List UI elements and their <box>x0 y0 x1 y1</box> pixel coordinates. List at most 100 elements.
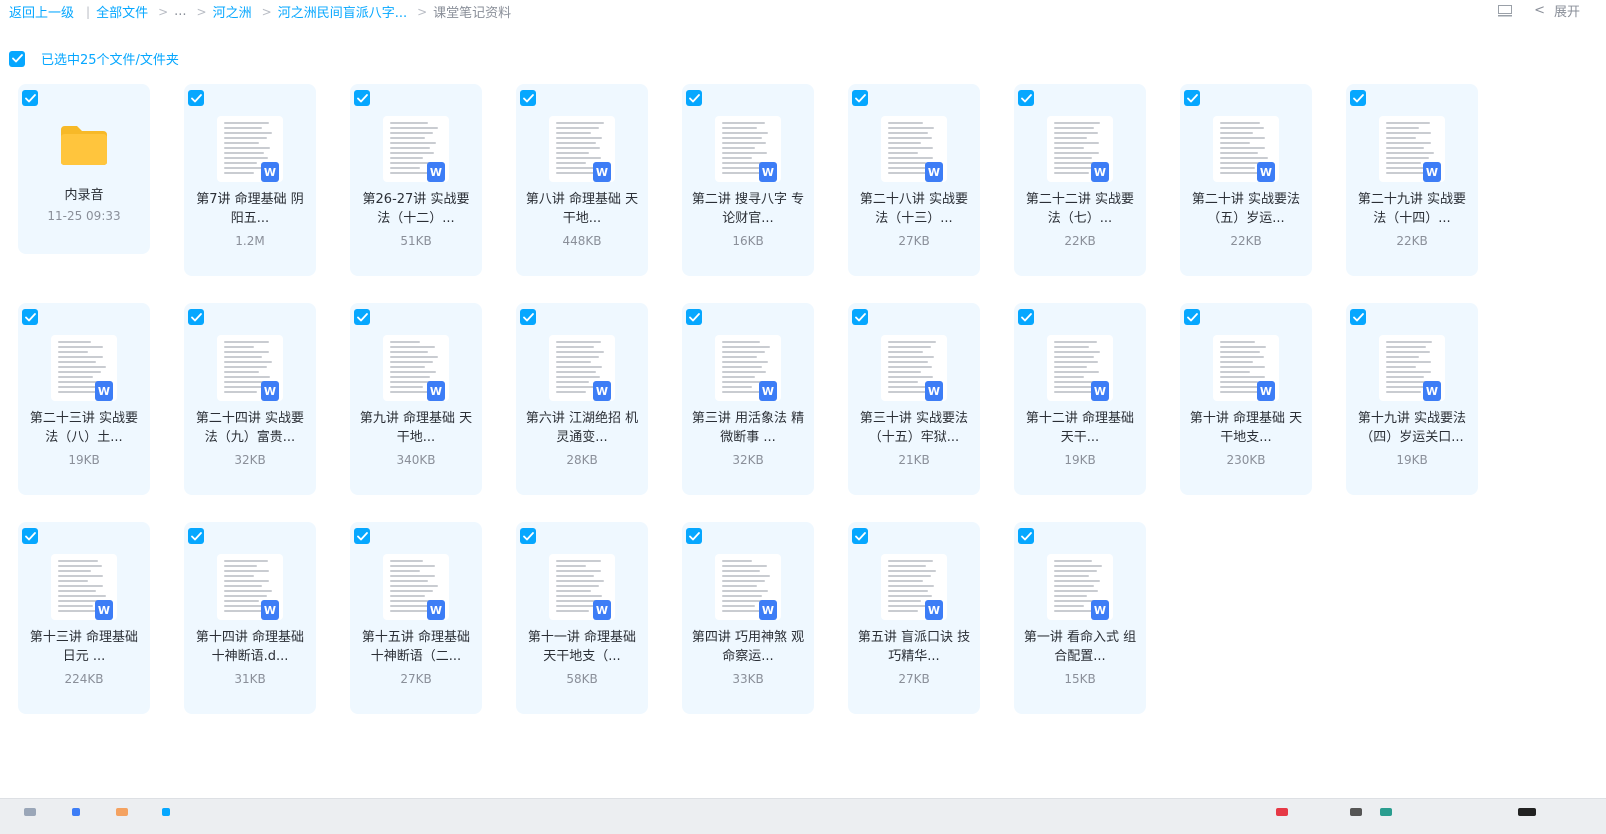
word-doc-icon: W <box>759 381 777 401</box>
taskbar-app-icon[interactable] <box>24 808 36 816</box>
taskbar-app-icon[interactable] <box>72 808 80 816</box>
file-item[interactable]: W 第十九讲 实战要法 （四）岁运关口... 19KB <box>1346 303 1478 495</box>
checkbox-checked-icon[interactable] <box>354 528 370 544</box>
file-size: 58KB <box>566 672 598 686</box>
word-doc-icon: W <box>1257 381 1275 401</box>
view-mode-icon[interactable] <box>1498 4 1513 17</box>
back-link[interactable]: 返回上一级 <box>9 2 74 21</box>
checkbox-checked-icon[interactable] <box>1184 90 1200 106</box>
file-item[interactable]: W 第五讲 盲派口诀 技 巧精华... 27KB <box>848 522 980 714</box>
file-item[interactable]: W 第八讲 命理基础 天 干地... 448KB <box>516 84 648 276</box>
tray-icon[interactable] <box>1380 808 1392 816</box>
file-item[interactable]: W 第7讲 命理基础 阴 阳五... 1.2M <box>184 84 316 276</box>
tray-icon[interactable] <box>1350 808 1362 816</box>
tray-icon[interactable] <box>1518 808 1536 816</box>
checkbox-checked-icon[interactable] <box>852 528 868 544</box>
checkbox-checked-icon[interactable] <box>852 309 868 325</box>
file-item[interactable]: W 第十四讲 命理基础 十神断语.d... 31KB <box>184 522 316 714</box>
chevron-right-icon: > <box>417 4 428 19</box>
checkbox-checked-icon[interactable] <box>520 309 536 325</box>
file-size: 19KB <box>68 453 100 467</box>
file-name: 第八讲 命理基础 天 干地... <box>525 192 639 226</box>
tray-icon[interactable] <box>1276 808 1288 816</box>
file-name: 内录音 <box>64 188 104 203</box>
word-doc-icon: W <box>261 162 279 182</box>
checkbox-checked-icon[interactable] <box>520 528 536 544</box>
file-name: 第二十二讲 实战要 法（七）... <box>1025 192 1135 226</box>
file-item[interactable]: W 第二十二讲 实战要 法（七）... 22KB <box>1014 84 1146 276</box>
chevron-right-icon: > <box>261 4 272 19</box>
checkbox-checked-icon[interactable] <box>1018 528 1034 544</box>
checkbox-checked-icon[interactable] <box>686 528 702 544</box>
file-item[interactable]: W 第26-27讲 实战要 法（十二）... 51KB <box>350 84 482 276</box>
checkbox-checked-icon[interactable] <box>188 309 204 325</box>
file-item[interactable]: W 第二讲 搜寻八字 专 论财官... 16KB <box>682 84 814 276</box>
checkbox-checked-icon[interactable] <box>188 528 204 544</box>
checkbox-checked-icon[interactable] <box>354 309 370 325</box>
breadcrumb-ellipsis[interactable]: ... <box>174 4 186 19</box>
file-name: 第一讲 看命入式 组 合配置... <box>1023 630 1137 664</box>
file-size: 19KB <box>1396 453 1428 467</box>
checkbox-checked-icon[interactable] <box>520 90 536 106</box>
word-doc-icon: W <box>95 600 113 620</box>
file-size: 32KB <box>732 453 764 467</box>
file-name: 第十九讲 实战要法 （四）岁运关口... <box>1357 411 1467 445</box>
file-item[interactable]: W 第二十八讲 实战要 法（十三）... 27KB <box>848 84 980 276</box>
file-item[interactable]: W 第二十九讲 实战要 法（十四）... 22KB <box>1346 84 1478 276</box>
breadcrumb-course[interactable]: 河之洲民间盲派八字... <box>278 2 407 21</box>
checkbox-checked-icon[interactable] <box>188 90 204 106</box>
file-item[interactable]: W 第二十讲 实战要法 （五）岁运... 22KB <box>1180 84 1312 276</box>
checkbox-checked-icon[interactable] <box>1350 309 1366 325</box>
breadcrumb-all-files[interactable]: 全部文件 <box>96 2 148 21</box>
file-item[interactable]: W 第九讲 命理基础 天 干地... 340KB <box>350 303 482 495</box>
file-item[interactable]: W 第十一讲 命理基础 天干地支（... 58KB <box>516 522 648 714</box>
word-doc-icon: W <box>593 162 611 182</box>
file-size: 27KB <box>400 672 432 686</box>
file-item[interactable]: W 第六讲 江湖绝招 机 灵通变... 28KB <box>516 303 648 495</box>
taskbar-app-icon[interactable] <box>116 808 128 816</box>
file-item[interactable]: W 第十讲 命理基础 天 干地支... 230KB <box>1180 303 1312 495</box>
selection-bar: 已选中25个文件/文件夹 <box>9 49 179 68</box>
file-name: 第五讲 盲派口诀 技 巧精华... <box>857 630 971 664</box>
file-name: 第二十四讲 实战要 法（九）富贵... <box>195 411 305 445</box>
checkbox-checked-icon[interactable] <box>354 90 370 106</box>
checkbox-checked-icon[interactable] <box>852 90 868 106</box>
word-doc-icon: W <box>261 600 279 620</box>
file-size: 448KB <box>562 234 602 248</box>
checkbox-checked-icon[interactable] <box>1018 90 1034 106</box>
folder-item[interactable]: 内录音 11-25 09:33 <box>18 84 150 254</box>
checkbox-checked-icon[interactable] <box>22 90 38 106</box>
file-item[interactable]: W 第一讲 看命入式 组 合配置... 15KB <box>1014 522 1146 714</box>
file-item[interactable]: W 第四讲 巧用神煞 观 命察运... 33KB <box>682 522 814 714</box>
checkbox-checked-icon[interactable] <box>1018 309 1034 325</box>
file-size: 19KB <box>1064 453 1096 467</box>
word-doc-icon: W <box>1423 381 1441 401</box>
word-doc-icon: W <box>261 381 279 401</box>
file-item[interactable]: W 第十五讲 命理基础 十神断语（二... 27KB <box>350 522 482 714</box>
file-item[interactable]: W 第三十讲 实战要法 （十五）牢狱... 21KB <box>848 303 980 495</box>
checkbox-checked-icon[interactable] <box>22 528 38 544</box>
word-doc-icon: W <box>759 162 777 182</box>
file-item[interactable]: W 第十二讲 命理基础 天干... 19KB <box>1014 303 1146 495</box>
taskbar-app-icon[interactable] <box>162 808 170 816</box>
file-item[interactable]: W 第十三讲 命理基础 日元 ... 224KB <box>18 522 150 714</box>
checkbox-checked-icon[interactable] <box>686 309 702 325</box>
select-all-checkbox[interactable] <box>9 50 25 67</box>
file-item[interactable]: W 第二十四讲 实战要 法（九）富贵... 32KB <box>184 303 316 495</box>
file-size: 21KB <box>898 453 930 467</box>
file-name: 第十讲 命理基础 天 干地支... <box>1189 411 1303 445</box>
file-name: 第六讲 江湖绝招 机 灵通变... <box>525 411 639 445</box>
word-doc-icon: W <box>427 381 445 401</box>
file-item[interactable]: W 第三讲 用活象法 精 微断事 ... 32KB <box>682 303 814 495</box>
file-item[interactable]: W 第二十三讲 实战要 法（八）土... 19KB <box>18 303 150 495</box>
file-size: 27KB <box>898 234 930 248</box>
file-size: 22KB <box>1230 234 1262 248</box>
breadcrumb-hezhizhou[interactable]: 河之洲 <box>213 2 252 21</box>
file-size: 31KB <box>234 672 266 686</box>
expand-button[interactable]: < 展开 <box>1534 1 1580 20</box>
checkbox-checked-icon[interactable] <box>1184 309 1200 325</box>
checkbox-checked-icon[interactable] <box>686 90 702 106</box>
checkbox-checked-icon[interactable] <box>1350 90 1366 106</box>
checkbox-checked-icon[interactable] <box>22 309 38 325</box>
file-name: 第九讲 命理基础 天 干地... <box>359 411 473 445</box>
